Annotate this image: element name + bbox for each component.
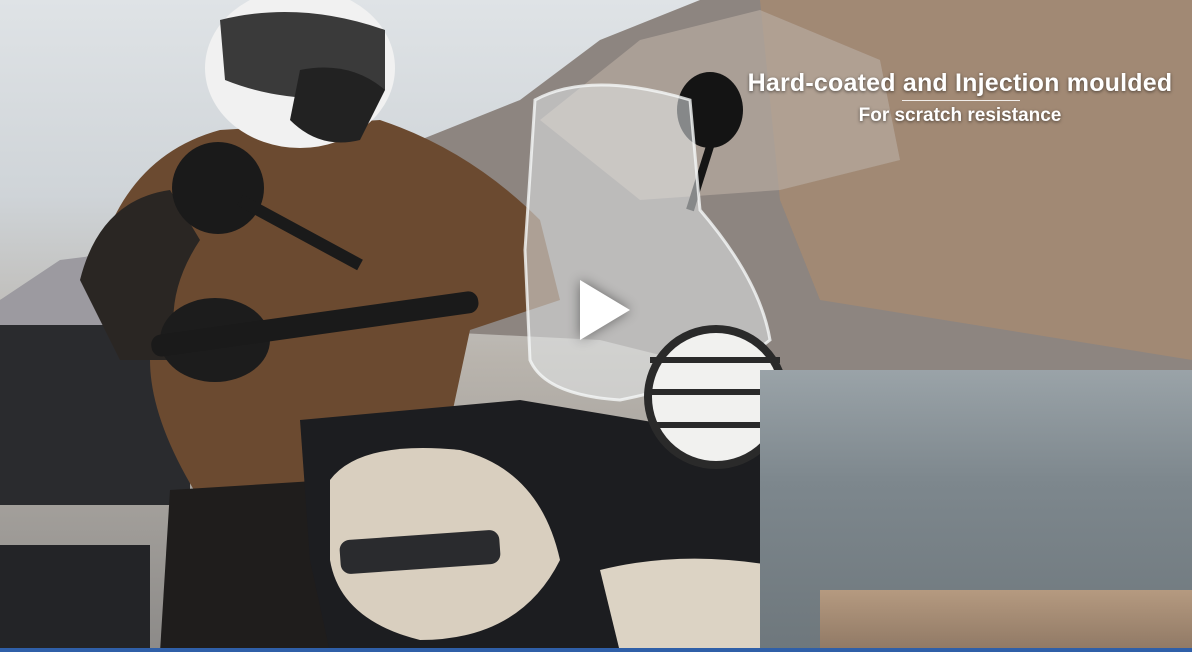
video-player[interactable]: Hard-coated and Injection moulded For sc… [0, 0, 1192, 652]
pannier-box-lower [0, 545, 150, 652]
caption-title: Hard-coated and Injection moulded [747, 69, 1173, 97]
left-mirror [172, 142, 264, 234]
play-icon [580, 280, 630, 340]
play-button[interactable] [572, 278, 636, 342]
video-progress-bar[interactable] [0, 648, 1192, 652]
caption-subtitle: For scratch resistance [858, 105, 1062, 126]
shoreline [820, 590, 1192, 652]
video-caption: Hard-coated and Injection moulded For sc… [730, 66, 1190, 129]
caption-divider [902, 100, 1020, 101]
